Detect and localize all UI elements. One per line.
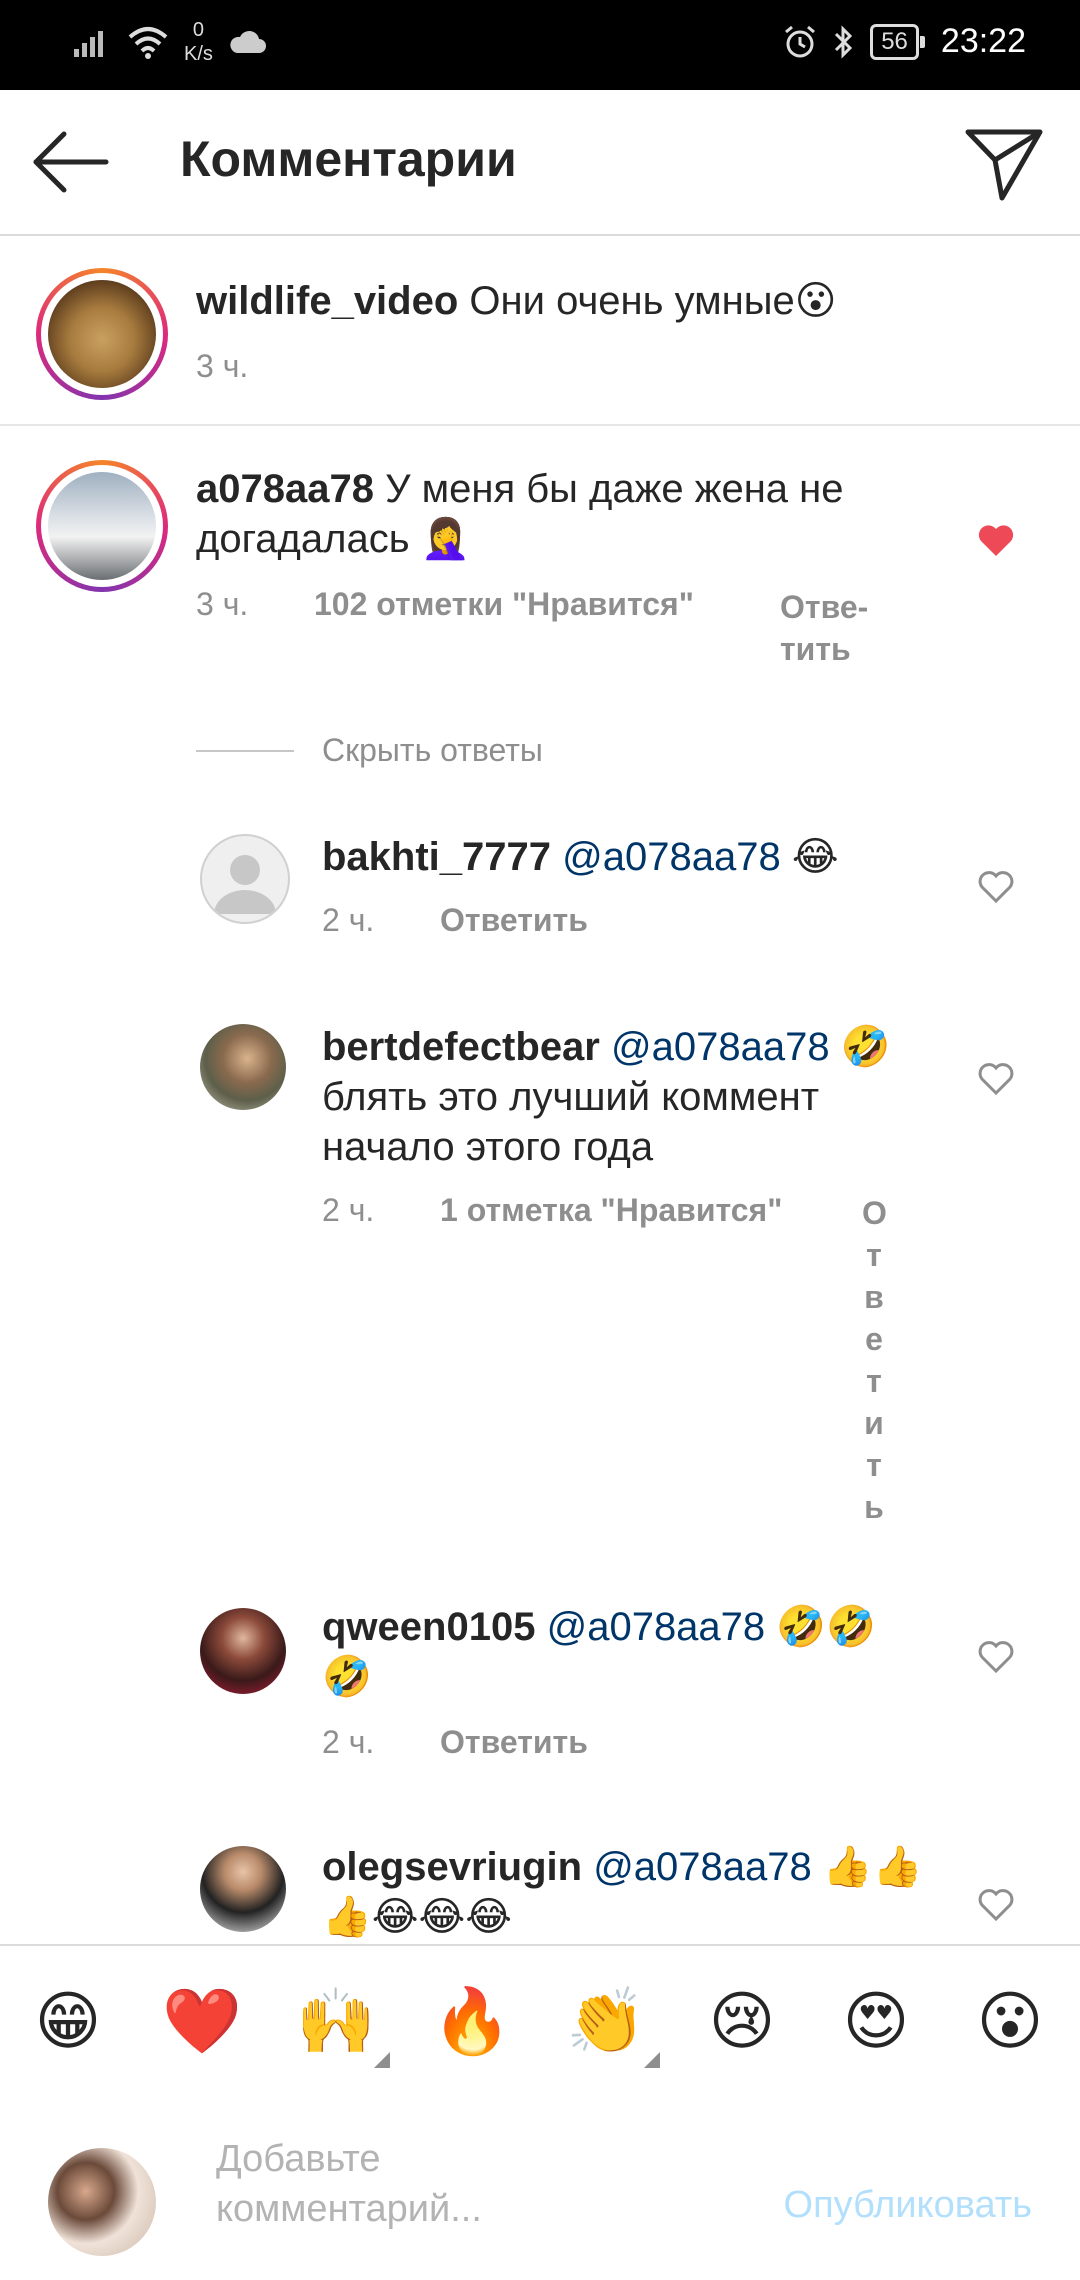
grin-emoji-button[interactable]: 😁 xyxy=(28,1982,108,2062)
avatar[interactable] xyxy=(36,268,168,400)
raised-hands-emoji-button[interactable]: 🙌 xyxy=(296,1982,376,2062)
clap-emoji-button[interactable]: 👏 xyxy=(566,1982,646,2062)
comment-composer: Добавьте комментарий... Опубликовать xyxy=(0,2094,1080,2280)
heart-outline-icon[interactable] xyxy=(976,1636,1016,1676)
status-bar: 0 K/s 56 23:22 xyxy=(0,0,1080,90)
reply-button[interactable]: Ответить xyxy=(862,1192,887,1528)
reply-comment: bakhti_7777 @a078aa78 😂 2 ч. Ответить xyxy=(0,810,1080,970)
comment-username[interactable]: a078aa78 xyxy=(196,467,374,511)
direct-send-icon[interactable] xyxy=(962,120,1046,204)
heart-emoji-button[interactable]: ❤️ xyxy=(162,1982,242,2062)
heart-eyes-emoji-button[interactable]: 😍 xyxy=(836,1982,916,2062)
heart-outline-icon[interactable] xyxy=(976,866,1016,906)
bluetooth-icon xyxy=(835,24,853,59)
reply-button[interactable]: Ответить xyxy=(440,902,588,939)
caption-text: wildlife_video Они очень умные😮 xyxy=(196,276,1016,326)
skin-tone-indicator-icon xyxy=(644,2052,660,2068)
comment: a078aa78 У меня бы даже жена не догадала… xyxy=(0,426,1080,766)
reply-mention[interactable]: @a078aa78 xyxy=(562,835,781,879)
reply-time: 2 ч. xyxy=(322,1192,375,1228)
back-arrow-icon[interactable] xyxy=(30,128,110,196)
reply-comment: olegsevriugin @a078aa78 👍👍👍😂😂😂 xyxy=(0,1820,1080,1944)
status-right: 56 23:22 xyxy=(782,22,1026,61)
post-caption: wildlife_video Они очень умные😮 3 ч. xyxy=(0,236,1080,426)
car-avatar-image xyxy=(48,472,156,580)
heart-filled-icon[interactable] xyxy=(976,520,1016,560)
reply-username[interactable]: bakhti_7777 xyxy=(322,835,551,879)
emoji-quick-bar: 😁 ❤️ 🙌 🔥 👏 😢 😍 😮 xyxy=(0,1944,1080,2096)
reply-username[interactable]: bertdefectbear xyxy=(322,1025,600,1069)
surprised-emoji-button[interactable]: 😮 xyxy=(970,1982,1050,2062)
avatar[interactable] xyxy=(200,834,290,924)
comment-text: a078aa78 У меня бы даже жена не догадала… xyxy=(196,464,916,564)
reply-text: qween0105 @a078aa78 🤣🤣🤣 xyxy=(322,1602,922,1702)
reply-mention[interactable]: @a078aa78 xyxy=(611,1025,830,1069)
reply-likes[interactable]: 1 отметка "Нравится" xyxy=(440,1192,782,1229)
skin-tone-indicator-icon xyxy=(374,2052,390,2068)
reply-text: bakhti_7777 @a078aa78 😂 xyxy=(322,832,932,882)
net-speed: 0 K/s xyxy=(184,18,213,66)
alarm-icon xyxy=(785,25,816,57)
net-speed-value: 0 xyxy=(192,19,205,41)
caption-body: Они очень умные😮 xyxy=(469,279,837,323)
reply-text: olegsevriugin @a078aa78 👍👍👍😂😂😂 xyxy=(322,1842,932,1942)
publish-button[interactable]: Опубликовать xyxy=(784,2184,1032,2227)
reply-time: 2 ч. xyxy=(322,1724,375,1760)
hide-replies-divider xyxy=(196,750,294,752)
comment-input[interactable]: Добавьте комментарий... xyxy=(216,2134,596,2234)
net-speed-unit: K/s xyxy=(184,43,213,65)
crying-emoji-button[interactable]: 😢 xyxy=(702,1982,782,2062)
avatar[interactable] xyxy=(200,1846,286,1932)
reply-comment: qween0105 @a078aa78 🤣🤣🤣 2 ч. Ответить xyxy=(0,1580,1080,1770)
signal-icon xyxy=(74,31,103,57)
cloud-icon xyxy=(230,30,266,53)
avatar[interactable] xyxy=(200,1608,286,1694)
battery-level: 56 xyxy=(870,23,925,60)
heart-outline-icon[interactable] xyxy=(976,1058,1016,1098)
caption-username[interactable]: wildlife_video xyxy=(196,279,458,323)
header: Комментарии xyxy=(0,90,1080,236)
reply-mention[interactable]: @a078aa78 xyxy=(593,1845,812,1889)
comment-time: 3 ч. xyxy=(196,586,249,622)
wifi-icon xyxy=(128,27,168,59)
reply-username[interactable]: olegsevriugin xyxy=(322,1845,582,1889)
lion-avatar-image xyxy=(48,280,156,388)
caption-time: 3 ч. xyxy=(196,348,249,384)
heart-outline-icon[interactable] xyxy=(976,1884,1016,1924)
reply-comment: bertdefectbear @a078aa78 🤣 блять это луч… xyxy=(0,1000,1080,1560)
avatar[interactable] xyxy=(36,460,168,592)
hide-replies-label[interactable]: Скрыть ответы xyxy=(322,732,543,769)
reply-button[interactable]: Ответить xyxy=(440,1724,588,1761)
default-user-icon xyxy=(214,855,276,914)
status-left: 0 K/s xyxy=(72,18,267,66)
avatar xyxy=(48,2148,156,2256)
page-title: Комментарии xyxy=(180,131,517,187)
reply-username[interactable]: qween0105 xyxy=(322,1605,535,1649)
reply-body: 😂 xyxy=(780,835,839,879)
fire-emoji-button[interactable]: 🔥 xyxy=(432,1982,512,2062)
reply-text: bertdefectbear @a078aa78 🤣 блять это луч… xyxy=(322,1022,922,1172)
comment-likes[interactable]: 102 отметки "Нравится" xyxy=(314,586,694,623)
reply-mention[interactable]: @a078aa78 xyxy=(547,1605,766,1649)
status-time: 23:22 xyxy=(940,22,1026,60)
avatar[interactable] xyxy=(200,1024,286,1110)
hide-replies[interactable]: Скрыть ответы xyxy=(196,732,696,772)
reply-button[interactable]: Отве-тить xyxy=(780,586,880,670)
reply-time: 2 ч. xyxy=(322,902,375,938)
